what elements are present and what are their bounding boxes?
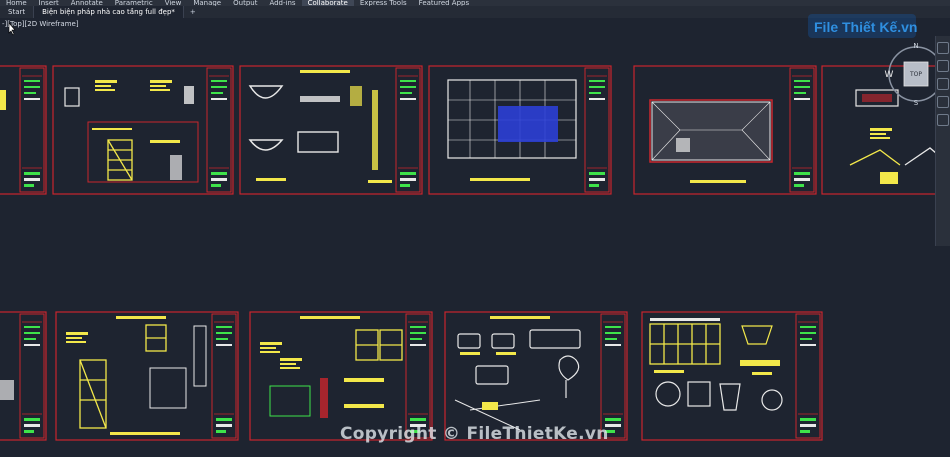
logo-text: File Thiết Kế.vn — [814, 19, 917, 35]
showmotion-icon[interactable] — [937, 114, 949, 126]
pan-icon[interactable] — [937, 60, 949, 72]
sheet-row1-4[interactable] — [428, 65, 612, 195]
viewcube-top-label: TOP — [909, 71, 922, 78]
sheet-row2-3[interactable] — [249, 311, 433, 441]
sheet-row1-3[interactable] — [239, 65, 423, 195]
zoom-extents-icon[interactable] — [937, 78, 949, 90]
model-space-canvas[interactable] — [0, 0, 950, 457]
orbit-icon[interactable] — [937, 96, 949, 108]
sheet-row1-1[interactable] — [0, 65, 47, 195]
full-navigation-wheel-icon[interactable] — [937, 42, 949, 54]
filethietke-logo: File Thiết Kế.vn — [808, 14, 917, 38]
sheet-row2-4[interactable] — [444, 311, 628, 441]
navigation-bar — [935, 36, 950, 246]
compass-west: W — [885, 70, 894, 80]
compass-north: N — [913, 42, 918, 50]
copyright-watermark: Copyright © FileThietKe.vn — [340, 424, 609, 444]
sheet-row2-1[interactable] — [0, 311, 47, 441]
sheet-row2-5[interactable] — [641, 311, 823, 441]
sheet-row1-5[interactable] — [633, 65, 817, 195]
compass-south: S — [914, 99, 919, 106]
sheet-row2-2[interactable] — [55, 311, 239, 441]
sheet-row1-2[interactable] — [52, 65, 234, 195]
